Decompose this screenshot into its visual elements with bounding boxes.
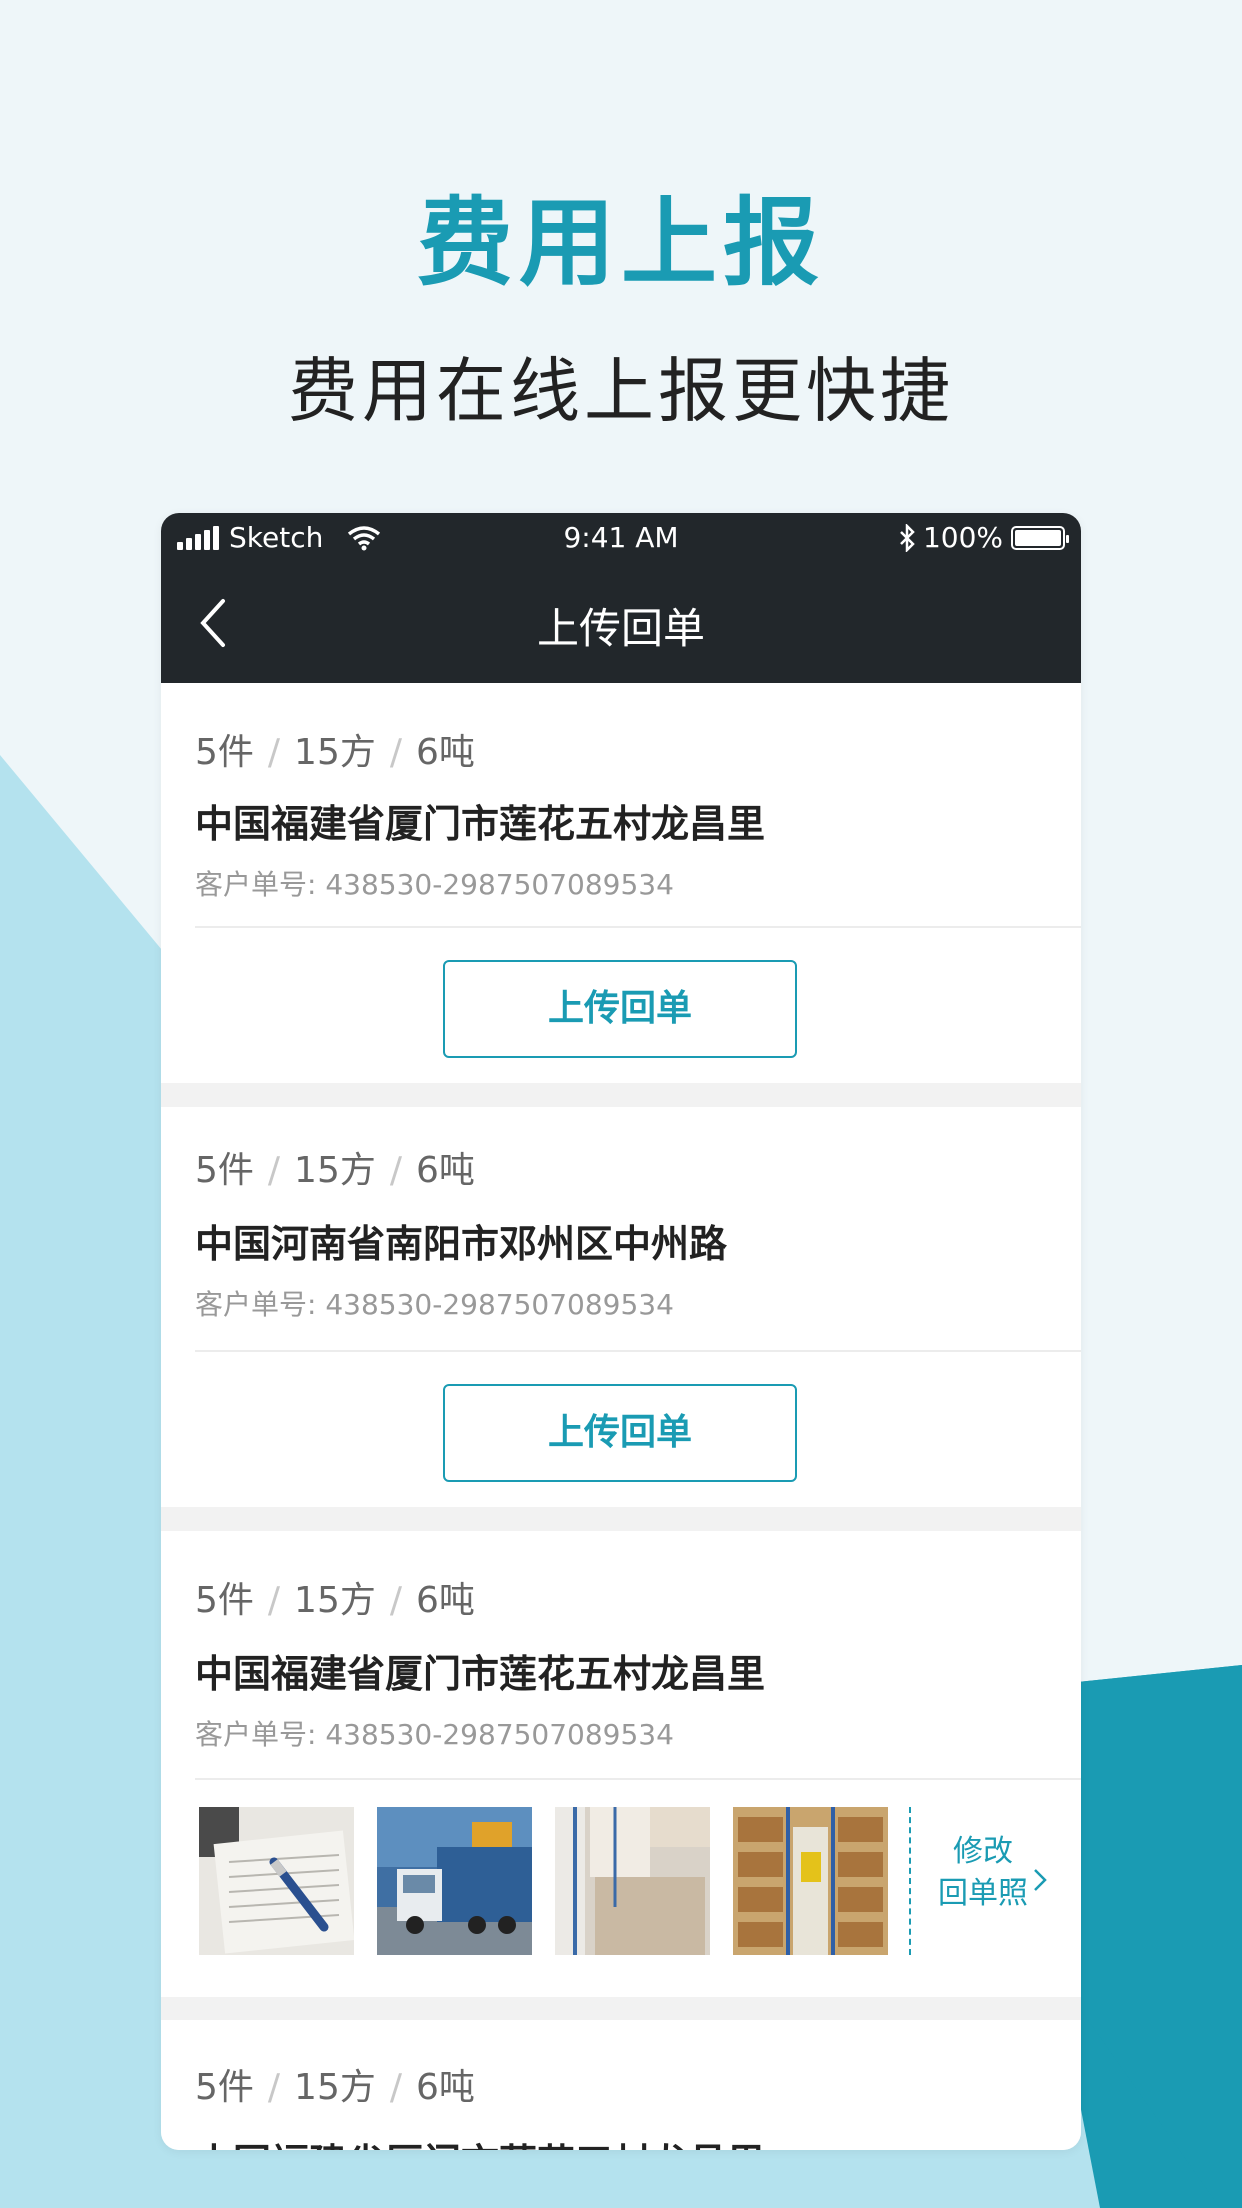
battery-percent: 100% — [922, 521, 1003, 554]
divider — [195, 926, 1081, 928]
cargo-summary: 5件 / 15方 / 6吨 — [195, 2058, 475, 2110]
status-bar: Sketch 9:41 AM 100% — [161, 513, 1081, 565]
modify-line2: 回单照 — [938, 1876, 1028, 1911]
volume-value: 15方 — [294, 1580, 376, 1621]
separator: / — [267, 1580, 281, 1621]
pieces-count: 5件 — [195, 732, 254, 773]
separator: / — [267, 732, 281, 773]
warehouse-photo[interactable] — [733, 1807, 888, 1955]
receipt-photos — [199, 1807, 888, 1955]
order-number-line: 客户单号: 438530-2987507089534 — [195, 1283, 674, 1323]
weight-value: 6吨 — [416, 732, 475, 773]
pieces-count: 5件 — [195, 2067, 254, 2108]
boxes-photo[interactable] — [555, 1807, 710, 1955]
modify-receipt-photo-link[interactable]: 修改 回单照 — [923, 1831, 1043, 1915]
photo-divider — [909, 1807, 911, 1955]
order-label: 客户单号: — [195, 1288, 317, 1321]
divider — [195, 1778, 1081, 1780]
upload-receipt-button[interactable]: 上传回单 — [443, 960, 797, 1058]
hero-subtitle: 费用在线上报更快捷 — [288, 350, 954, 432]
separator: / — [389, 1580, 402, 1621]
volume-value: 15方 — [294, 732, 376, 773]
list-item: 5件 / 15方 / 6吨 中国河南省南阳市邓州区中州路 客户单号: 438530-29… — [161, 1107, 1081, 1507]
address: 中国福建省厦门市莲花五村龙昌里 — [195, 2132, 765, 2150]
document-pen-photo[interactable] — [199, 1807, 354, 1955]
address: 中国福建省厦门市莲花五村龙昌里 — [195, 802, 766, 846]
nav-bar: 上传回单 — [161, 565, 1081, 683]
cargo-summary: 5件 / 15方 / 6吨 — [195, 1571, 475, 1623]
address: 中国福建省厦门市莲花五村龙昌里 — [195, 1652, 766, 1696]
order-label: 客户单号: — [195, 868, 317, 901]
pieces-count: 5件 — [195, 1580, 254, 1621]
hero-title: 费用上报 — [417, 187, 825, 299]
bluetooth-icon — [900, 523, 915, 552]
volume-value: 15方 — [294, 1150, 376, 1191]
status-right: 100% — [899, 521, 1069, 554]
page-title: 上传回单 — [536, 604, 705, 653]
upload-receipt-button[interactable]: 上传回单 — [443, 1384, 797, 1482]
separator: / — [389, 2067, 402, 2108]
list-item: 5件 / 15方 / 6吨 中国福建省厦门市莲花五村龙昌里 客户单号: 438530-2… — [161, 683, 1081, 1083]
modify-line1: 修改 — [953, 1834, 1013, 1869]
cargo-summary: 5件 / 15方 / 6吨 — [195, 1141, 475, 1193]
volume-value: 15方 — [294, 2067, 376, 2108]
phone-screen: Sketch 9:41 AM 100% 上传回单 5件 / 15方 / 6吨 中… — [161, 513, 1081, 2150]
separator: / — [389, 1150, 402, 1191]
truck-photo[interactable] — [377, 1807, 532, 1955]
chevron-right-icon — [1034, 1869, 1047, 1891]
separator: / — [267, 2067, 281, 2108]
list-item: 5件 / 15方 / 6吨 中国福建省厦门市莲花五村龙昌里 客户单号: 438530-2… — [161, 1531, 1081, 1997]
order-number: 438530-2987507089534 — [325, 868, 674, 901]
battery-icon — [1011, 525, 1069, 550]
separator: / — [267, 1150, 281, 1191]
weight-value: 6吨 — [416, 1580, 475, 1621]
weight-value: 6吨 — [416, 2067, 475, 2108]
order-label: 客户单号: — [195, 1718, 317, 1751]
cargo-summary: 5件 / 15方 / 6吨 — [195, 723, 475, 775]
pieces-count: 5件 — [195, 1150, 254, 1191]
order-number: 438530-2987507089534 — [325, 1718, 674, 1751]
divider — [195, 1350, 1081, 1352]
list-item: 5件 / 15方 / 6吨 中国福建省厦门市莲花五村龙昌里 — [161, 2020, 1081, 2150]
order-number-line: 客户单号: 438530-2987507089534 — [195, 863, 674, 903]
weight-value: 6吨 — [416, 1150, 475, 1191]
separator: / — [389, 732, 402, 773]
order-number: 438530-2987507089534 — [325, 1288, 674, 1321]
address: 中国河南省南阳市邓州区中州路 — [195, 1222, 728, 1266]
order-number-line: 客户单号: 438530-2987507089534 — [195, 1713, 674, 1753]
